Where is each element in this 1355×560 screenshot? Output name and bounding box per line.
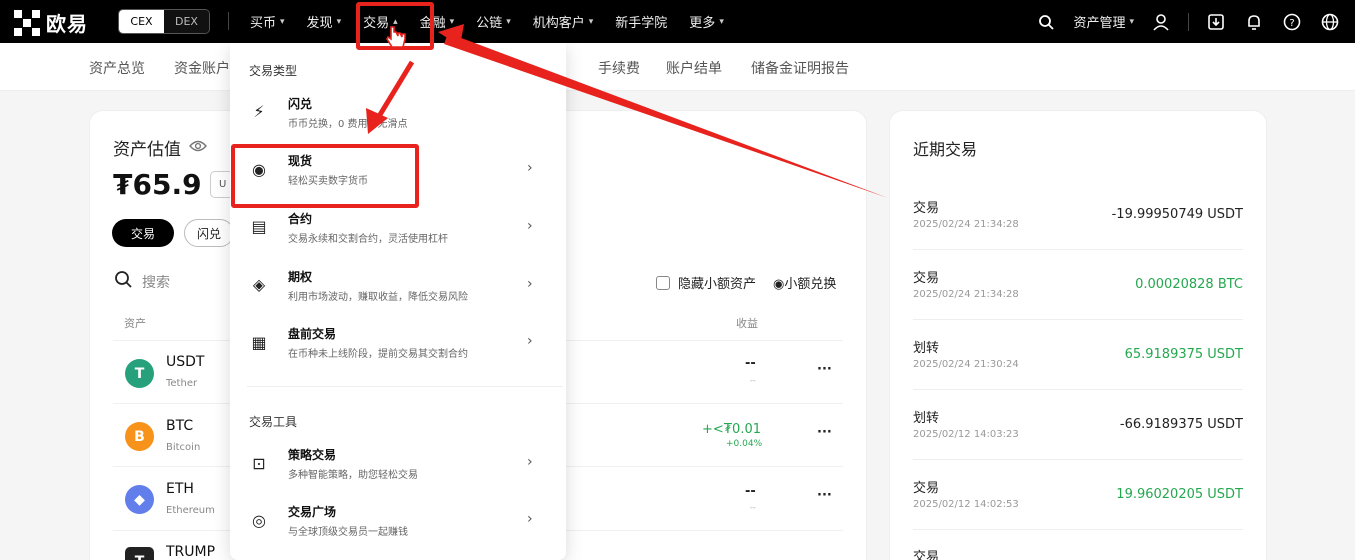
annotation-arrows xyxy=(366,24,888,198)
arrow-to-spot-item xyxy=(375,60,415,120)
arrow-head-spot-item xyxy=(366,108,388,134)
arrow-to-trade-nav xyxy=(444,33,888,198)
